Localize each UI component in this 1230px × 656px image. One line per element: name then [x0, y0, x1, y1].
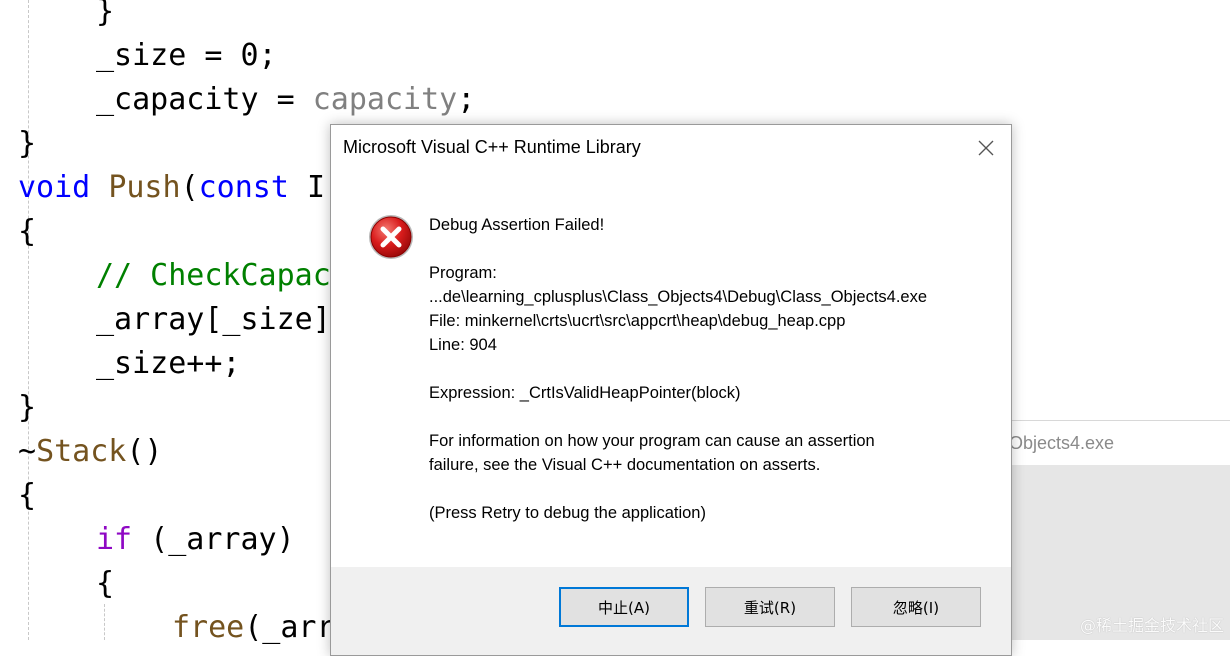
- code-line-10: }: [18, 390, 37, 425]
- code-line-2: _size = 0;: [96, 38, 277, 73]
- press-retry-hint: (Press Retry to debug the application): [429, 504, 706, 522]
- info-line-2: failure, see the Visual C++ documentatio…: [429, 456, 821, 474]
- code-line-5: void Push(const I: [18, 170, 326, 205]
- retry-button[interactable]: 重试(R): [705, 587, 835, 627]
- code-line-1: }: [96, 0, 115, 29]
- file-line: File: minkernel\crts\ucrt\src\appcrt\hea…: [429, 312, 846, 330]
- code-line-15: free(_arr: [172, 610, 335, 645]
- code-line-6: {: [18, 214, 37, 249]
- close-icon: [978, 140, 994, 156]
- indent-guide: [104, 604, 105, 640]
- expression-line: Expression: _CrtIsValidHeapPointer(block…: [429, 384, 741, 402]
- indent-guide: [28, 0, 29, 640]
- console-title: Objects4.exe: [1009, 433, 1115, 453]
- program-label: Program:: [429, 264, 497, 282]
- abort-button[interactable]: 中止(A): [559, 587, 689, 627]
- code-line-11: ~Stack(): [18, 434, 163, 469]
- ignore-button[interactable]: 忽略(I): [851, 587, 981, 627]
- code-line-13: if (_array): [96, 522, 295, 557]
- code-line-9: _size++;: [96, 346, 241, 381]
- code-line-14: {: [96, 566, 115, 601]
- code-line-7: // CheckCapaci: [96, 258, 349, 293]
- code-line-3: _capacity = capacity;: [96, 82, 476, 117]
- program-path: ...de\learning_cplusplus\Class_Objects4\…: [429, 288, 928, 306]
- close-button[interactable]: [971, 133, 1001, 163]
- error-icon: [369, 215, 413, 259]
- watermark: @稀土掘金技术社区: [1079, 616, 1224, 635]
- code-line-12: {: [18, 478, 37, 513]
- code-line-8: _array[_size]: [96, 302, 331, 337]
- code-line-4: }: [18, 126, 37, 161]
- line-number: Line: 904: [429, 336, 497, 354]
- console-window[interactable]: Objects4.exe @稀土掘金技术社区: [1009, 420, 1230, 640]
- dialog-title: Microsoft Visual C++ Runtime Library: [343, 137, 641, 157]
- assertion-dialog: Microsoft Visual C++ Runtime Library Deb…: [330, 124, 1012, 656]
- message-heading: Debug Assertion Failed!: [429, 216, 605, 234]
- info-line-1: For information on how your program can …: [429, 432, 875, 450]
- button-bar: 中止(A) 重试(R) 忽略(I): [331, 567, 1011, 655]
- console-title-bar[interactable]: Objects4.exe: [1009, 420, 1230, 465]
